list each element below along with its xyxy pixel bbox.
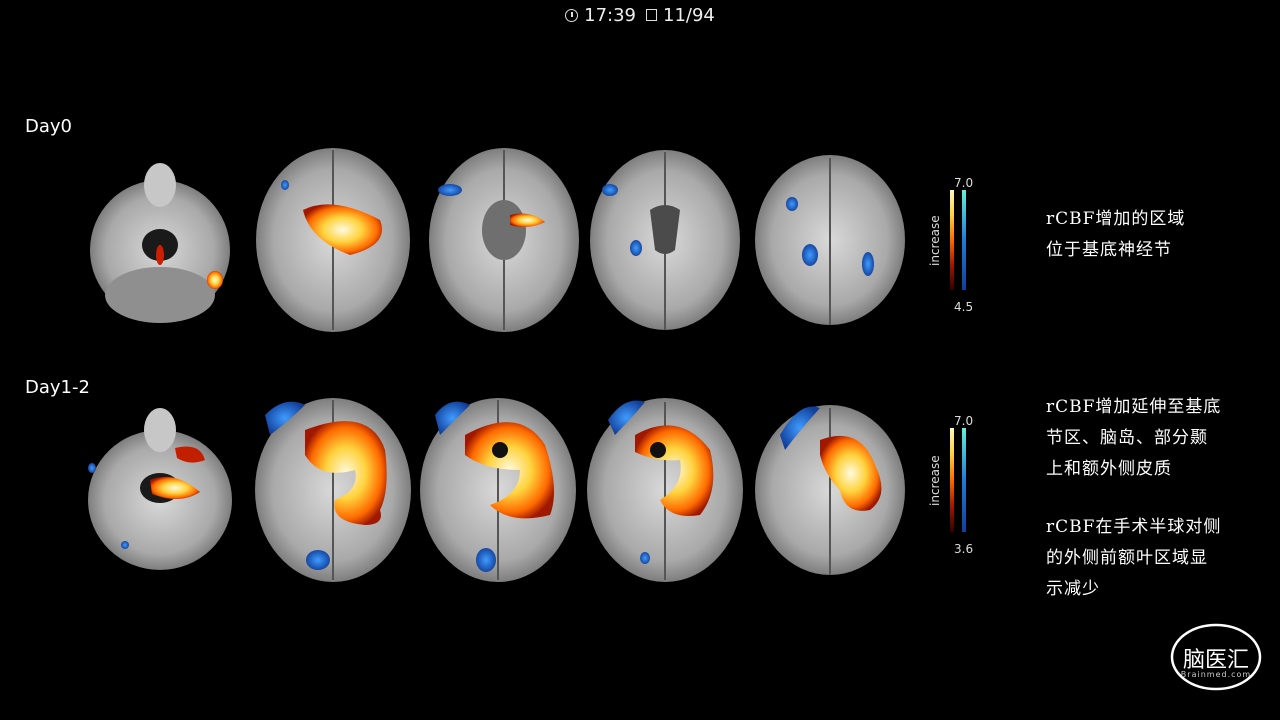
- brain-slice: [256, 148, 410, 332]
- brain-slice: [587, 398, 743, 582]
- colorbar-max: 7.0: [954, 176, 974, 190]
- clock-icon: [565, 8, 579, 22]
- note-line: 节区、脑岛、部分颞: [1046, 428, 1208, 448]
- brain-slice: [590, 150, 740, 330]
- note-2: rCBF增加延伸至基底 节区、脑岛、部分颞 上和额外侧皮质: [1046, 392, 1221, 485]
- status-page: 11/94: [663, 4, 715, 26]
- note-line: 的外侧前额叶区域显: [1046, 548, 1208, 568]
- note-line: rCBF增加延伸至基底: [1046, 397, 1222, 417]
- colorbar-min: 3.6: [954, 542, 974, 556]
- colorbar-hot: [950, 428, 954, 532]
- colorbar-day1-2: increase 7.0 3.6: [928, 414, 980, 561]
- colorbar-max: 7.0: [954, 414, 974, 428]
- colorbar-title: increase: [928, 455, 942, 506]
- brain-slice: [755, 405, 905, 575]
- note-3: rCBF在手术半球对侧 的外侧前额叶区域显 示减少: [1046, 512, 1221, 605]
- colorbar-cold: [962, 190, 966, 290]
- colorbar-min: 4.5: [954, 300, 974, 314]
- colorbar-cold: [962, 428, 966, 532]
- brain-slice: [255, 398, 411, 582]
- brain-slices-day1-2: [88, 398, 905, 582]
- colorbar-day0: increase 7.0 4.5: [928, 176, 980, 318]
- brain-slice: [755, 155, 905, 325]
- status-bar: 17:39 11/94: [0, 0, 1280, 30]
- note-line: 位于基底神经节: [1046, 240, 1172, 260]
- colorbar-title: increase: [928, 215, 942, 266]
- note-line: rCBF增加的区域: [1046, 209, 1186, 229]
- note-line: 示减少: [1046, 579, 1100, 599]
- note-line: rCBF在手术半球对侧: [1046, 517, 1222, 537]
- colorbar-hot: [950, 190, 954, 290]
- brainmed-logo: 脑医汇 Brainmed.com: [1168, 620, 1264, 694]
- brain-slice: [429, 148, 579, 332]
- brain-slice: [90, 163, 230, 323]
- row-label-day0: Day0: [25, 116, 72, 137]
- brain-slice: [88, 408, 232, 570]
- logo-sub: Brainmed.com: [1180, 670, 1252, 679]
- brain-slice: [420, 398, 576, 582]
- note-1: rCBF增加的区域 位于基底神经节: [1046, 204, 1185, 266]
- status-time: 17:39: [584, 4, 636, 26]
- brain-slices-day0: [90, 148, 905, 332]
- page-icon: [646, 9, 657, 21]
- note-line: 上和额外侧皮质: [1046, 459, 1172, 479]
